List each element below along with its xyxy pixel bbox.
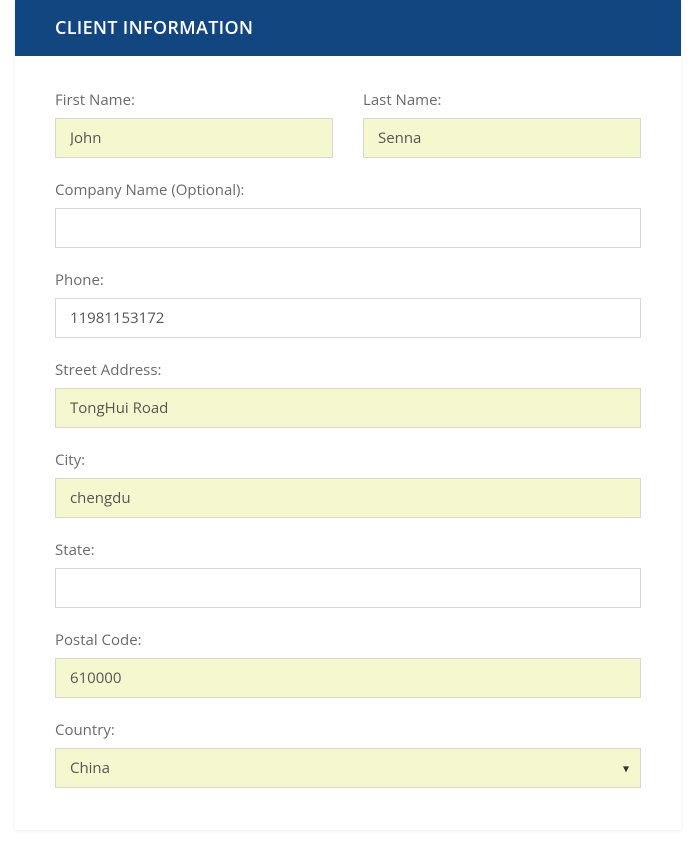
input-first-name[interactable]: [55, 118, 333, 158]
row-state: State:: [55, 540, 641, 608]
label-country: Country:: [55, 720, 641, 740]
label-postal-code: Postal Code:: [55, 630, 641, 650]
client-information-card: CLIENT INFORMATION First Name: Last Name…: [15, 0, 681, 830]
input-street-address[interactable]: [55, 388, 641, 428]
field-first-name: First Name:: [55, 90, 333, 158]
label-last-name: Last Name:: [363, 90, 641, 110]
label-company-name: Company Name (Optional):: [55, 180, 641, 200]
input-postal-code[interactable]: [55, 658, 641, 698]
row-postal: Postal Code:: [55, 630, 641, 698]
field-street-address: Street Address:: [55, 360, 641, 428]
row-country: Country: China: [55, 720, 641, 788]
select-country[interactable]: China: [55, 748, 641, 788]
card-header: CLIENT INFORMATION: [15, 0, 681, 56]
row-name: First Name: Last Name:: [55, 90, 641, 158]
input-last-name[interactable]: [363, 118, 641, 158]
form-body: First Name: Last Name: Company Name (Opt…: [15, 56, 681, 830]
field-city: City:: [55, 450, 641, 518]
label-state: State:: [55, 540, 641, 560]
row-street: Street Address:: [55, 360, 641, 428]
select-wrap-country: China: [55, 748, 641, 788]
field-phone: Phone:: [55, 270, 641, 338]
field-postal-code: Postal Code:: [55, 630, 641, 698]
header-title: CLIENT INFORMATION: [55, 16, 253, 40]
field-last-name: Last Name:: [363, 90, 641, 158]
field-state: State:: [55, 540, 641, 608]
input-phone[interactable]: [55, 298, 641, 338]
input-state[interactable]: [55, 568, 641, 608]
input-city[interactable]: [55, 478, 641, 518]
label-street-address: Street Address:: [55, 360, 641, 380]
field-country: Country: China: [55, 720, 641, 788]
row-phone: Phone:: [55, 270, 641, 338]
label-phone: Phone:: [55, 270, 641, 290]
field-company-name: Company Name (Optional):: [55, 180, 641, 248]
row-company: Company Name (Optional):: [55, 180, 641, 248]
label-first-name: First Name:: [55, 90, 333, 110]
row-city: City:: [55, 450, 641, 518]
label-city: City:: [55, 450, 641, 470]
input-company-name[interactable]: [55, 208, 641, 248]
